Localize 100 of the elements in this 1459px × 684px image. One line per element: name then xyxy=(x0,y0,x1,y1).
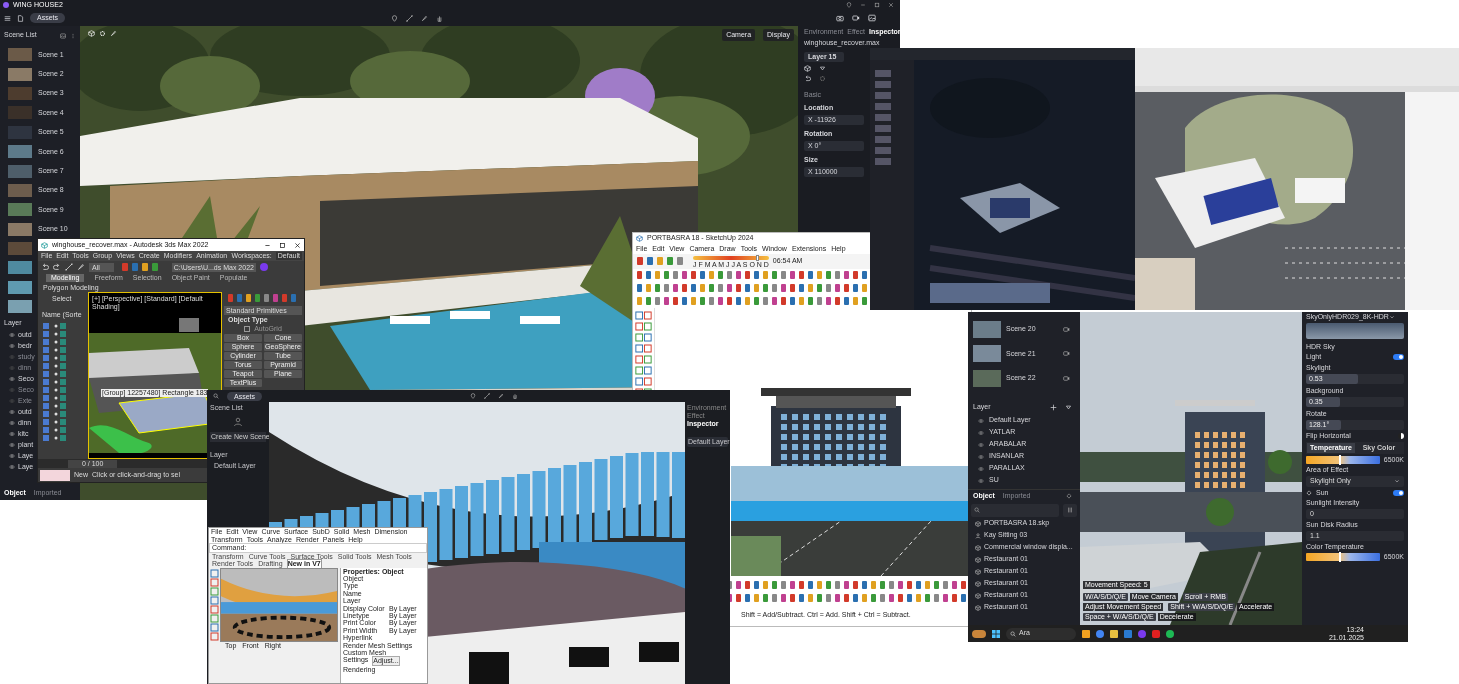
slider-thumb[interactable] xyxy=(1339,551,1342,562)
pin-icon[interactable] xyxy=(470,393,476,399)
temperature-bar[interactable] xyxy=(1306,456,1380,465)
brush-icon[interactable] xyxy=(77,263,85,271)
hand-icon[interactable] xyxy=(512,393,518,399)
maximize-icon[interactable] xyxy=(874,2,880,8)
line-icon[interactable] xyxy=(484,393,490,399)
cube-icon xyxy=(975,604,981,611)
circle-icon[interactable] xyxy=(1096,629,1104,638)
half-circle-icon xyxy=(1398,433,1404,440)
temperature-bar[interactable] xyxy=(1306,552,1380,561)
thumbnail-placeholder xyxy=(8,164,32,178)
image-icon[interactable] xyxy=(868,14,876,22)
thumbnail-placeholder xyxy=(8,86,32,100)
eye-icon[interactable] xyxy=(978,465,984,472)
close-icon[interactable] xyxy=(294,241,301,249)
search-icon xyxy=(1010,630,1016,637)
person-icon xyxy=(975,532,981,539)
settings-icon[interactable] xyxy=(1066,493,1072,499)
light-toggle[interactable] xyxy=(1393,354,1404,361)
mound xyxy=(89,425,152,453)
tree xyxy=(1268,450,1292,474)
four-squares-icon xyxy=(992,629,1000,638)
app-logo-icon xyxy=(636,235,643,242)
eye-icon[interactable] xyxy=(9,419,15,426)
eye-icon[interactable] xyxy=(9,342,15,349)
grid-icon xyxy=(1067,507,1073,513)
line-icon[interactable] xyxy=(406,14,413,22)
eye-icon[interactable] xyxy=(9,331,15,338)
search-field[interactable] xyxy=(971,503,1059,517)
slider-thumb[interactable] xyxy=(1339,455,1342,466)
tree xyxy=(1206,498,1234,526)
thumbnail-placeholder xyxy=(8,145,32,159)
filter-icon[interactable] xyxy=(1065,404,1072,411)
circle-icon[interactable] xyxy=(1138,629,1146,638)
thumbnail-placeholder xyxy=(8,48,32,62)
lawn xyxy=(731,536,781,576)
search-icon xyxy=(974,507,980,513)
camera-icon[interactable] xyxy=(1063,350,1070,358)
square-icon[interactable] xyxy=(1124,629,1132,638)
brush-icon[interactable] xyxy=(421,14,428,22)
thumbnail-placeholder xyxy=(8,125,32,139)
app-logo-icon xyxy=(41,241,48,249)
undo-icon[interactable] xyxy=(41,263,49,271)
thumbnail-placeholder xyxy=(973,345,1001,363)
pin-icon[interactable] xyxy=(391,14,398,22)
rotate-icon[interactable] xyxy=(804,75,811,83)
thumbnail-placeholder xyxy=(8,300,32,314)
slider-thumb[interactable] xyxy=(755,254,759,261)
triangle-icon[interactable] xyxy=(819,65,826,73)
camera-icon[interactable] xyxy=(836,14,844,22)
thumbnail-placeholder xyxy=(8,280,32,294)
maximize-icon[interactable] xyxy=(279,241,286,249)
camera-icon[interactable] xyxy=(1063,325,1070,333)
caret-icon[interactable] xyxy=(1388,314,1395,320)
hand-icon[interactable] xyxy=(436,14,443,22)
script-field[interactable] xyxy=(40,469,70,481)
thumbnail-placeholder xyxy=(8,242,32,256)
app-logo-icon xyxy=(3,2,9,8)
eye-icon[interactable] xyxy=(9,463,15,470)
cube-icon xyxy=(975,556,981,563)
eye-icon[interactable] xyxy=(978,417,984,424)
eye-icon[interactable] xyxy=(9,452,15,459)
sun-toggle[interactable] xyxy=(1393,489,1404,496)
cube-icon[interactable] xyxy=(88,30,95,37)
camera-icon[interactable] xyxy=(1063,374,1070,382)
thumbnail-placeholder xyxy=(8,222,32,236)
menu-icon[interactable] xyxy=(4,14,11,22)
thumbnail-placeholder xyxy=(8,67,32,81)
cube-icon xyxy=(975,544,981,551)
grid-view-button[interactable] xyxy=(1063,503,1077,517)
video-icon[interactable] xyxy=(852,14,860,22)
eye-icon[interactable] xyxy=(978,477,984,484)
sun-lounger xyxy=(390,316,430,324)
eye-icon[interactable] xyxy=(9,408,15,415)
eye-icon[interactable] xyxy=(9,375,15,382)
circle-icon[interactable] xyxy=(1166,629,1174,638)
sun-slider[interactable] xyxy=(693,255,769,260)
sun-lounger xyxy=(520,316,560,324)
eye-icon[interactable] xyxy=(9,430,15,437)
eye-icon[interactable] xyxy=(9,441,15,448)
cube-icon[interactable] xyxy=(804,65,811,73)
eye-icon[interactable] xyxy=(978,453,984,460)
autogrid-checkbox[interactable] xyxy=(244,326,251,332)
pin-icon[interactable] xyxy=(846,2,852,8)
add-icon[interactable] xyxy=(1050,404,1057,411)
thumbnail-placeholder xyxy=(8,261,32,275)
search-icon[interactable] xyxy=(213,393,219,399)
brush-icon[interactable] xyxy=(498,393,504,399)
file-icon[interactable] xyxy=(17,14,24,22)
thumbnail-placeholder xyxy=(973,320,1001,338)
cube-icon xyxy=(975,520,981,527)
person-icon xyxy=(233,417,243,428)
redo-icon[interactable] xyxy=(53,263,61,271)
link-icon[interactable] xyxy=(65,263,73,271)
close-icon[interactable] xyxy=(888,2,894,8)
eye-icon[interactable] xyxy=(978,441,984,448)
image-icon[interactable] xyxy=(60,32,66,39)
eye-icon[interactable] xyxy=(978,429,984,436)
sun-icon xyxy=(1306,489,1312,496)
